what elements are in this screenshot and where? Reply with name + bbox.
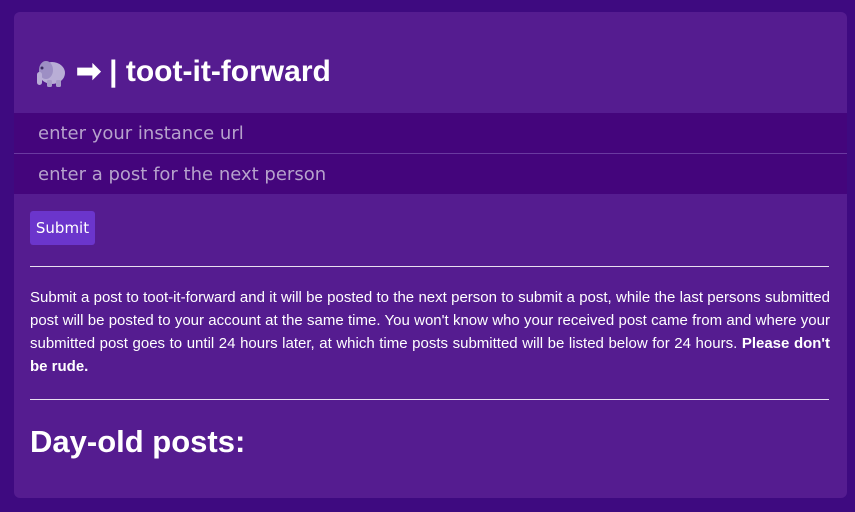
app-name: | toot-it-forward	[109, 54, 331, 88]
divider-top	[30, 266, 829, 267]
day-old-posts-heading: Day-old posts:	[30, 424, 246, 459]
instance-url-input[interactable]	[14, 113, 847, 153]
arrow-right-icon: ➡	[76, 55, 102, 88]
post-input[interactable]	[14, 154, 847, 194]
submit-button[interactable]: Submit	[30, 211, 95, 245]
description-text: Submit a post to toot-it-forward and it …	[30, 286, 830, 378]
elephant-icon	[37, 60, 65, 87]
divider-bottom	[30, 399, 829, 400]
main-card: ➡ | toot-it-forward Submit Submit a post…	[14, 12, 847, 498]
page-title: ➡ | toot-it-forward	[34, 54, 331, 89]
description-body: Submit a post to toot-it-forward and it …	[30, 289, 830, 352]
